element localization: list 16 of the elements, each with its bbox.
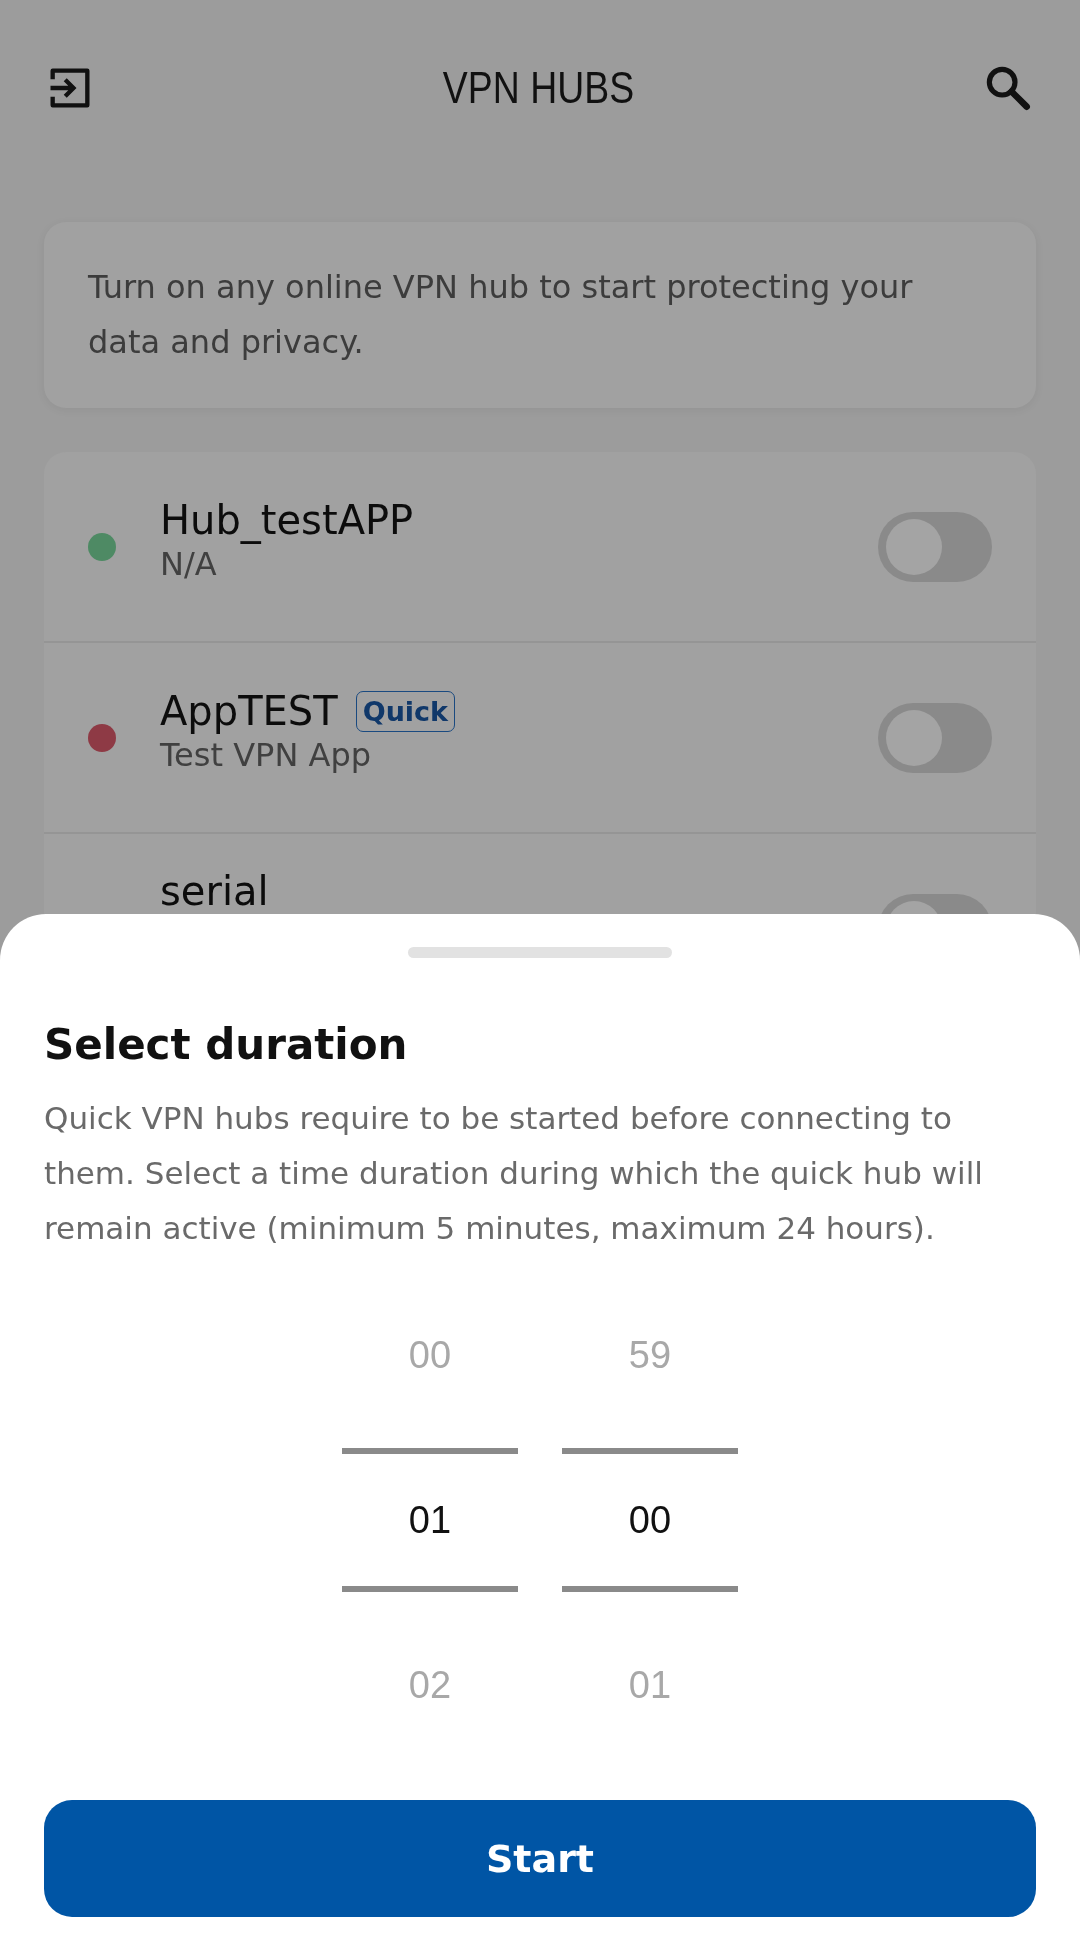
hub-name: Hub_testAPP xyxy=(160,497,414,543)
hub-subtitle: Test VPN App xyxy=(160,736,372,774)
quick-badge: Quick xyxy=(355,690,456,732)
hub-name: serial xyxy=(160,868,269,914)
hub-name: AppTEST xyxy=(160,688,338,734)
sheet-title: Select duration xyxy=(44,1020,409,1069)
drag-handle[interactable] xyxy=(408,947,672,958)
page-title: VPN HUBS xyxy=(442,63,634,113)
info-text: Turn on any online VPN hub to start protecting your data and privacy. xyxy=(88,268,913,361)
hub-row[interactable]: Hub_testAPP N/A xyxy=(44,452,1036,643)
picker-value[interactable]: 01 xyxy=(342,1438,518,1603)
hub-row[interactable]: AppTEST Quick Test VPN App xyxy=(44,643,1036,834)
hub-subtitle: N/A xyxy=(160,545,218,583)
start-button[interactable]: Start xyxy=(44,1800,1036,1917)
sheet-description: Quick VPN hubs require to be started before connecting to them. Select a time duration during which the quick hub will remain active (minimum 5 minutes, maximum 24 hours). xyxy=(44,1099,984,1248)
picker-value[interactable]: 00 xyxy=(562,1438,738,1603)
